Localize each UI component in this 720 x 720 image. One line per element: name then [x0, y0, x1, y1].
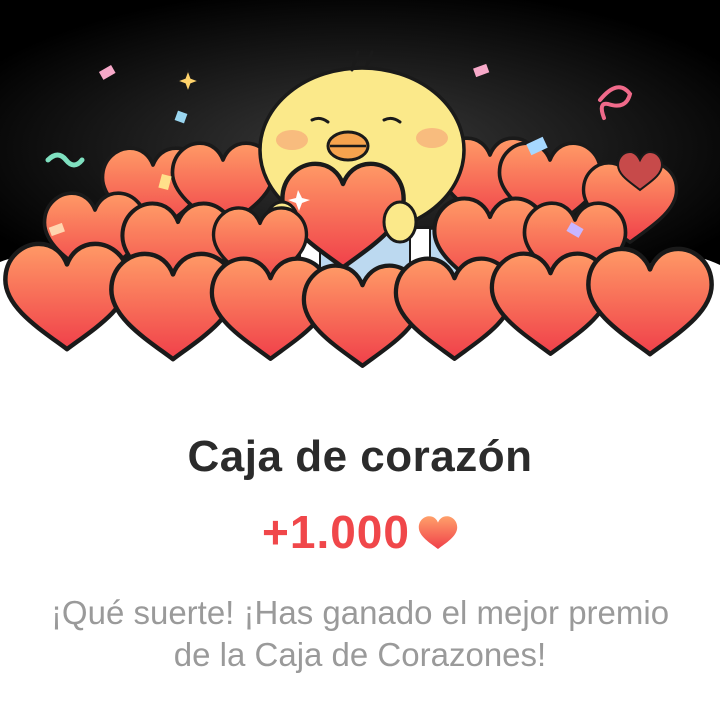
heart-icon — [418, 515, 458, 553]
reward-message: ¡Qué suerte! ¡Has ganado el mejor premio… — [50, 594, 670, 673]
reward-title: Caja de corazón — [187, 432, 533, 481]
heart-shape — [588, 249, 711, 354]
heart-box-chick-illustration — [0, 0, 720, 400]
reward-amount-row: +1.000 — [0, 505, 720, 559]
reward-illustration — [0, 0, 720, 400]
reward-amount: +1.000 — [262, 506, 410, 558]
